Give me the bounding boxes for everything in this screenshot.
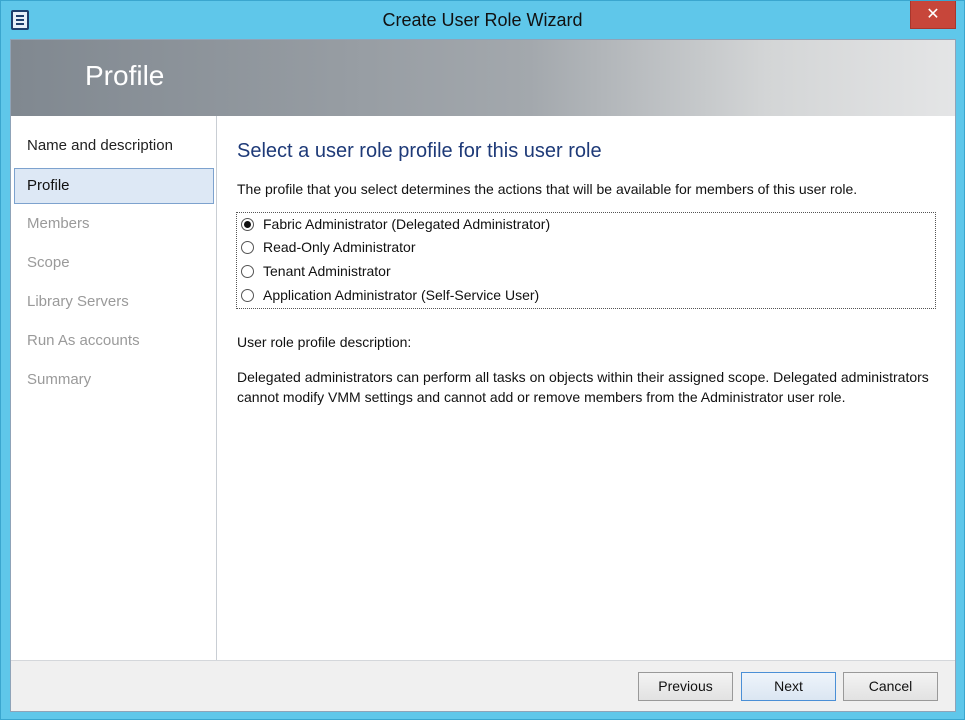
radio-label: Read-Only Administrator [263,239,416,255]
wizard-client-area: Profile Name and description Profile Mem… [10,39,956,712]
window-title: Create User Role Wizard [382,10,583,30]
radio-button[interactable] [241,264,254,278]
intro-text: The profile that you select determines t… [237,181,858,197]
close-button[interactable]: ✕ [910,1,956,29]
radio-button-checked[interactable] [241,217,254,231]
nav-step-library-servers: Library Servers [27,293,129,310]
radio-label: Tenant Administrator [263,263,391,279]
section-heading: Select a user role profile for this user… [237,140,602,162]
nav-step-summary: Summary [27,371,92,388]
radio-option-fabric-administrator[interactable]: Fabric Administrator (Delegated Administ… [241,213,550,235]
wizard-window: Create User Role Wizard ✕ Profile Name a… [0,0,965,720]
profile-content: Select a user role profile for this user… [218,116,955,660]
next-button[interactable]: Next [741,672,836,701]
wizard-footer: Previous Next Cancel [11,660,955,711]
radio-button[interactable] [241,288,254,302]
radio-option-tenant-administrator[interactable]: Tenant Administrator [241,260,391,282]
page-banner: Profile [11,40,955,116]
nav-step-name-and-description[interactable]: Name and description [14,128,214,164]
radio-option-read-only-administrator[interactable]: Read-Only Administrator [241,236,416,258]
previous-button[interactable]: Previous [638,672,733,701]
radio-label: Fabric Administrator (Delegated Administ… [263,216,551,232]
page-title: Profile [85,60,165,91]
nav-step-profile[interactable]: Profile [14,168,214,204]
description-label: User role profile description: [237,334,412,350]
profile-radio-group: Fabric Administrator (Delegated Administ… [236,212,936,309]
title-bar[interactable]: Create User Role Wizard ✕ [1,1,964,39]
nav-step-run-as-accounts: Run As accounts [27,332,140,349]
nav-step-members: Members [27,215,90,232]
radio-button[interactable] [241,240,254,254]
nav-step-scope: Scope [27,254,70,271]
radio-option-application-administrator[interactable]: Application Administrator (Self-Service … [241,284,539,306]
cancel-button[interactable]: Cancel [843,672,938,701]
description-text: Delegated administrators can perform all… [237,369,929,405]
radio-label: Application Administrator (Self-Service … [263,287,540,303]
wizard-step-nav: Name and description Profile Members Sco… [11,116,217,660]
